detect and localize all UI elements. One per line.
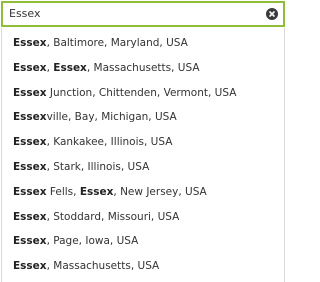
suggestion-item[interactable]: Essex, Baltimore, Maryland, USA [2,31,284,56]
suggestion-item[interactable]: Essex, Essex, Massachusetts, USA [2,56,284,81]
suggestion-text: , New Jersey, USA [113,185,207,198]
suggestion-item[interactable]: Essex, Page, Iowa, USA [2,229,284,254]
suggestion-text: , Page, Iowa, USA [46,235,139,248]
suggestion-item[interactable]: Essex, Stark, Illinois, USA [2,155,284,180]
close-circle-icon[interactable] [266,8,278,20]
suggestion-text: Junction, Chittenden, Vermont, USA [46,86,237,99]
suggestion-match-text: Essex [13,210,47,223]
suggestion-text: Fells, [46,185,80,198]
suggestion-match-text: Essex [13,235,47,248]
suggestion-list: Essex, Baltimore, Maryland, USA Essex, Es… [1,28,285,282]
suggestion-item[interactable]: Essex Junction, Chittenden, Vermont, USA [2,81,284,106]
suggestion-item[interactable]: Essexville, Bay, Michigan, USA [2,105,284,130]
suggestion-match-text: Essex [79,185,114,198]
search-box [1,1,285,27]
suggestion-item[interactable]: Essex, Stoddard, Missouri, USA [2,205,284,230]
suggestion-text: , Stark, Illinois, USA [46,161,150,173]
suggestion-match-text: Essex [13,136,47,149]
suggestion-item[interactable]: Essex, Massachusetts, USA [2,254,284,279]
suggestion-text: , Kankakee, Illinois, USA [46,136,173,149]
suggestion-text: , Baltimore, Maryland, USA [46,37,188,49]
suggestion-match-text: Essex [13,260,47,273]
suggestion-match-text: Essex [13,185,47,198]
suggestion-item[interactable]: Essex, Kankakee, Illinois, USA [2,130,284,155]
suggestion-match-text: Essex [53,61,87,74]
suggestion-text: , Massachusetts, USA [86,61,200,74]
suggestion-match-text: Essex [13,111,47,124]
suggestion-text: , Massachusetts, USA [46,260,160,273]
suggestion-item[interactable]: Essex Fells, Essex, New Jersey, USA [2,180,284,205]
suggestion-text: , Stoddard, Missouri, USA [46,210,180,223]
search-input[interactable] [3,3,253,25]
suggestion-match-text: Essex [13,86,47,99]
suggestion-text: ville, Bay, Michigan, USA [46,111,177,124]
suggestion-match-text: Essex [13,161,47,173]
suggestion-match-text: Essex [13,37,47,49]
suggestion-match-text: Essex [13,61,47,74]
